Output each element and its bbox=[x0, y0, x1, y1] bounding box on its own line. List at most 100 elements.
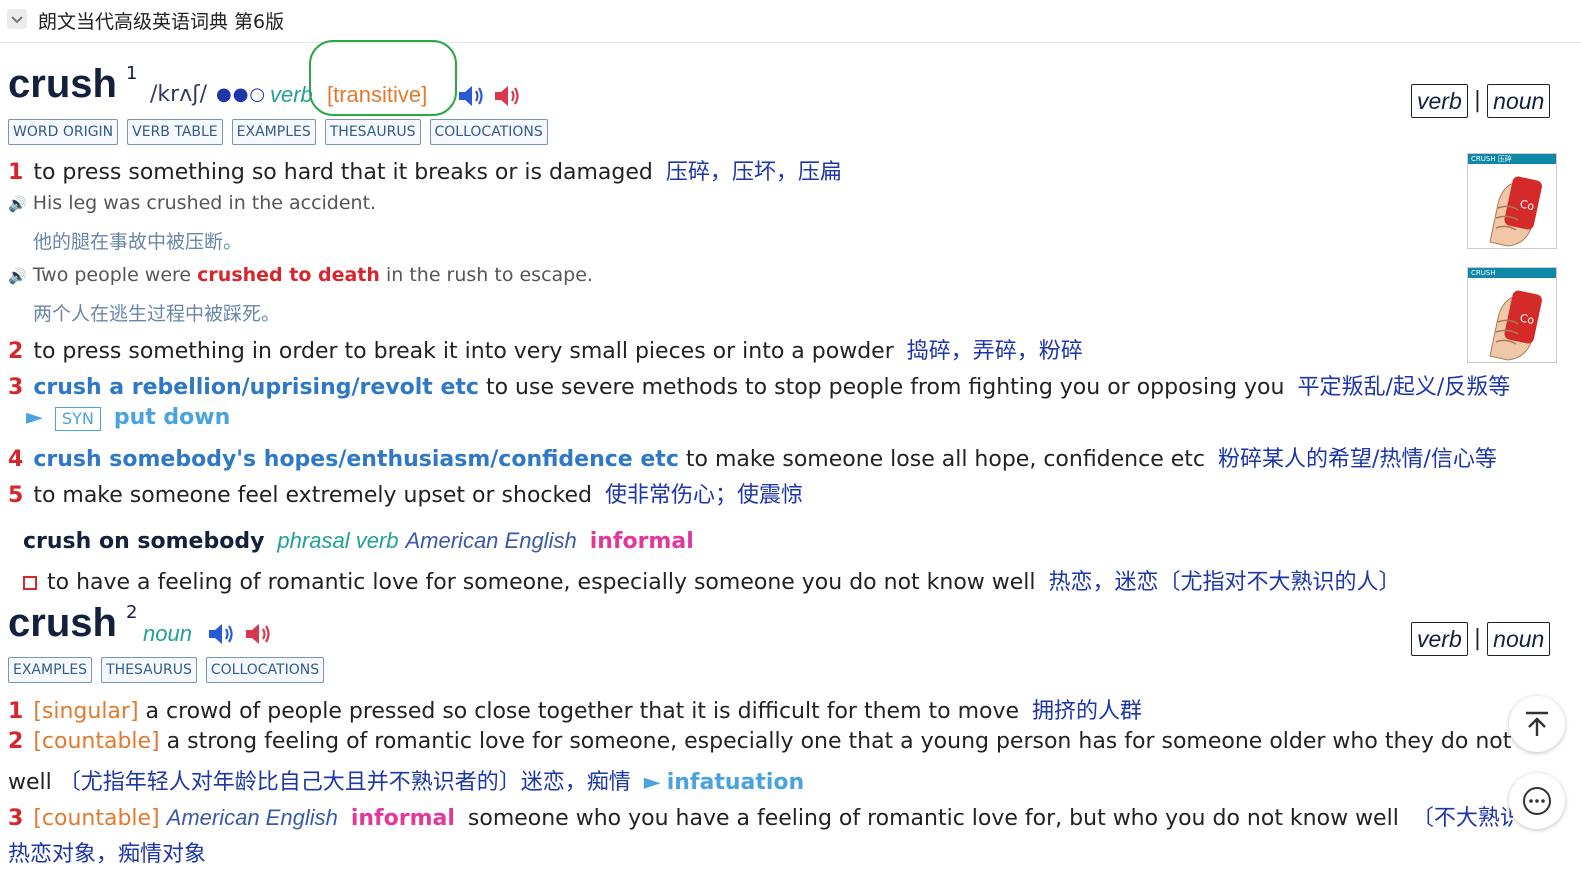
headword: crush bbox=[8, 601, 117, 645]
collapse-toggle[interactable] bbox=[7, 9, 27, 29]
sense-number: 1 bbox=[8, 160, 24, 185]
noun-sense-2-cont: well 〔尤指年轻人对年龄比自己大且并不熟识者的〕迷恋，痴情 ► infatua… bbox=[8, 764, 804, 796]
lexical-unit: crush somebody's hopes/enthusiasm/confid… bbox=[33, 447, 679, 472]
entry1-head: crush 1 bbox=[8, 62, 137, 107]
sense-1: 1 to press something so hard that it brea… bbox=[8, 154, 842, 186]
tab-thesaurus[interactable]: THESAURUS bbox=[101, 657, 197, 683]
crushed-can-image: Co bbox=[1489, 290, 1542, 361]
tab-thesaurus[interactable]: THESAURUS bbox=[324, 119, 421, 145]
verb-switch-button[interactable]: verb bbox=[1411, 622, 1468, 656]
speaker-us-icon[interactable] bbox=[244, 620, 274, 648]
entry1-tabs: WORD ORIGIN VERB TABLE EXAMPLES THESAURU… bbox=[8, 119, 557, 145]
annotation-circle bbox=[309, 40, 457, 116]
tab-collocations[interactable]: COLLOCATIONS bbox=[205, 657, 325, 683]
sense-number: 5 bbox=[8, 483, 24, 508]
synonym-link[interactable]: put down bbox=[114, 405, 230, 430]
grammar-label: [singular] bbox=[33, 699, 139, 724]
definition: to have a feeling of romantic love for s… bbox=[47, 570, 1036, 595]
sense-bullet-icon bbox=[23, 576, 37, 590]
tab-examples[interactable]: EXAMPLES bbox=[231, 119, 316, 145]
chinese-translation: 热恋，迷恋〔尤指对不大熟识的人〕 bbox=[1048, 570, 1401, 595]
part-of-speech: verb bbox=[270, 82, 313, 107]
example-text-post: in the rush to escape. bbox=[385, 264, 593, 286]
pos-separator: | bbox=[1473, 626, 1482, 651]
chinese-translation: 〔不大熟识的 bbox=[1411, 806, 1513, 831]
chinese-translation: 〔尤指年轻人对年龄比自己大且并不熟识者的〕迷恋，痴情 bbox=[58, 770, 631, 795]
back-to-top-icon bbox=[1526, 711, 1548, 736]
headword: crush bbox=[8, 62, 117, 106]
register-label: informal bbox=[589, 529, 694, 554]
sense-2: 2 to press something in order to break it… bbox=[8, 333, 1083, 365]
example-text-pre: Two people were bbox=[32, 264, 192, 286]
phrasal-verb: crush on somebody bbox=[23, 529, 265, 554]
sense-number: 2 bbox=[8, 339, 24, 364]
chinese-translation-continued: 热恋对象，痴情对象 bbox=[8, 842, 207, 867]
chinese-translation: 使非常伤心；使震惊 bbox=[604, 483, 803, 508]
speaker-us-icon[interactable] bbox=[493, 82, 523, 110]
synonym-link[interactable]: infatuation bbox=[667, 770, 804, 795]
frequency-dots: ●●○ bbox=[216, 84, 267, 105]
definition: to make someone feel extremely upset or … bbox=[33, 483, 592, 508]
chevron-down-icon bbox=[11, 16, 23, 24]
collocation: crushed to death bbox=[197, 264, 380, 286]
noun-switch-button[interactable]: noun bbox=[1487, 84, 1551, 118]
pronunciation: /krʌʃ/ bbox=[150, 82, 208, 107]
verb-switch-button[interactable]: verb bbox=[1411, 84, 1468, 118]
sense-number: 3 bbox=[8, 806, 24, 831]
crushed-can-image: Co bbox=[1489, 176, 1542, 247]
illustration-2[interactable]: CRUSH Co bbox=[1467, 267, 1557, 363]
illustration-label: CRUSH 压碎 bbox=[1468, 154, 1556, 164]
speaker-uk-icon[interactable] bbox=[457, 82, 487, 110]
chinese-translation: 拥挤的人群 bbox=[1032, 699, 1143, 724]
lexical-unit: crush a rebellion/uprising/revolt etc bbox=[33, 375, 479, 400]
more-button[interactable] bbox=[1509, 773, 1565, 829]
phrasal-verb-head: crush on somebody phrasal verb American … bbox=[23, 528, 694, 554]
homograph-number: 1 bbox=[126, 63, 138, 84]
entry2-tabs: EXAMPLES THESAURUS COLLOCATIONS bbox=[8, 657, 333, 683]
sense-5: 5 to make someone feel extremely upset or… bbox=[8, 477, 803, 509]
example-audio-icon[interactable]: 🔊 bbox=[8, 195, 27, 213]
illustration-1[interactable]: CRUSH 压碎 Co bbox=[1467, 153, 1557, 249]
more-icon bbox=[1523, 787, 1551, 815]
phrasal-verb-sense: to have a feeling of romantic love for s… bbox=[23, 564, 1401, 596]
phrasal-verb-pos: phrasal verb bbox=[277, 528, 399, 553]
syn-tag: SYN bbox=[54, 407, 101, 431]
example-1-translation: 他的腿在事故中被压断。 bbox=[33, 231, 243, 253]
tab-verb-table[interactable]: VERB TABLE bbox=[127, 119, 223, 145]
pos-switch-1: verb | noun bbox=[1411, 84, 1551, 118]
part-of-speech: noun bbox=[143, 621, 192, 646]
back-to-top-button[interactable] bbox=[1509, 696, 1565, 752]
illustration-label: CRUSH bbox=[1468, 268, 1556, 278]
speaker-uk-icon[interactable] bbox=[207, 620, 237, 648]
noun-sense-3: 3 [countable] American English informal s… bbox=[8, 800, 1513, 832]
register-label: informal bbox=[350, 806, 455, 831]
tab-examples[interactable]: EXAMPLES bbox=[8, 657, 93, 683]
tab-word-origin[interactable]: WORD ORIGIN bbox=[8, 119, 119, 145]
grammar-label: [countable] bbox=[33, 806, 160, 831]
region-label: American English bbox=[166, 805, 338, 830]
definition: a strong feeling of romantic love for so… bbox=[166, 729, 1518, 754]
chinese-translation: 粉碎某人的希望/热情/信心等 bbox=[1218, 447, 1497, 472]
definition: to make someone lose all hope, confidenc… bbox=[685, 447, 1206, 472]
pos-switch-2: verb | noun bbox=[1411, 622, 1551, 656]
chinese-translation: 压碎，压坏，压扁 bbox=[665, 160, 842, 185]
definition: someone who you have a feeling of romant… bbox=[467, 806, 1399, 831]
example-2-translation: 两个人在逃生过程中被踩死。 bbox=[33, 303, 281, 325]
noun-sense-3-cont: 热恋对象，痴情对象 bbox=[8, 836, 206, 868]
noun-switch-button[interactable]: noun bbox=[1487, 622, 1551, 656]
definition: a crowd of people pressed so close toget… bbox=[145, 699, 1020, 724]
dictionary-title: 朗文当代高级英语词典 第6版 bbox=[38, 11, 285, 33]
pos-separator: | bbox=[1473, 88, 1482, 113]
example-text: His leg was crushed in the accident. bbox=[32, 192, 377, 214]
tab-collocations[interactable]: COLLOCATIONS bbox=[429, 119, 548, 145]
sense-4: 4 crush somebody's hopes/enthusiasm/confi… bbox=[8, 441, 1497, 473]
sense-number: 4 bbox=[8, 447, 24, 472]
chinese-translation: 捣碎，弄碎，粉碎 bbox=[906, 339, 1083, 364]
chinese-translation: 平定叛乱/起义/反叛等 bbox=[1297, 375, 1511, 400]
sense-3-synonym: ► SYN put down bbox=[20, 405, 230, 431]
arrow-icon: ► bbox=[26, 405, 43, 430]
noun-sense-2: 2 [countable] a strong feeling of romanti… bbox=[8, 729, 1518, 754]
sense-number: 2 bbox=[8, 729, 24, 754]
example-audio-icon[interactable]: 🔊 bbox=[8, 267, 27, 285]
region-label: American English bbox=[405, 528, 577, 553]
